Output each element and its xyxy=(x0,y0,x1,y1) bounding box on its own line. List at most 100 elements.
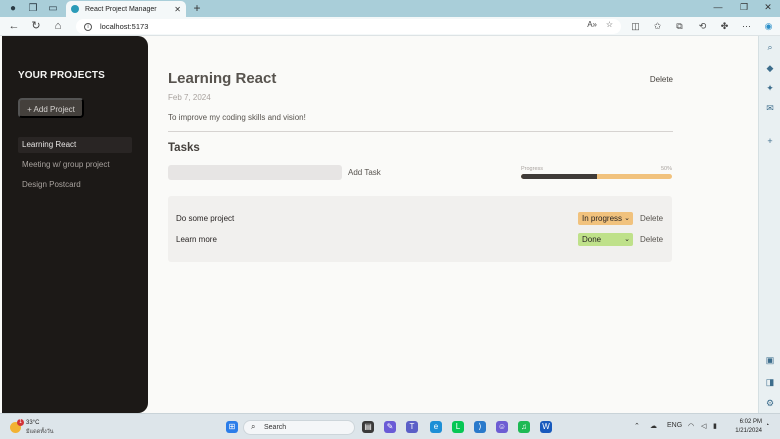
project-description: To improve my coding skills and vision! xyxy=(168,113,306,122)
taskbar-search[interactable]: ⌕ Search xyxy=(243,420,355,435)
split-screen-icon[interactable]: ◫ xyxy=(629,20,642,33)
word-icon[interactable]: W xyxy=(540,421,552,433)
project-date: Feb 7, 2024 xyxy=(168,93,211,102)
progress-fill xyxy=(521,174,597,179)
delete-task-button[interactable]: Delete xyxy=(640,214,663,223)
weather-temp: 33°C xyxy=(26,420,40,426)
progress-bar: Progress 50% xyxy=(521,166,672,179)
delete-task-button[interactable]: Delete xyxy=(640,235,663,244)
teams-icon[interactable]: T xyxy=(406,421,418,433)
project-item[interactable]: Learning React xyxy=(18,137,132,153)
task-row: Do some project In progress ⌄ Delete xyxy=(168,211,672,227)
edge-icon[interactable]: e xyxy=(430,421,442,433)
clock-time: 6:02 PM xyxy=(739,419,762,425)
search-label: Search xyxy=(264,424,287,431)
projects-sidebar: YOUR PROJECTS + Add Project Learning Rea… xyxy=(2,36,148,413)
profile-icon[interactable]: ● xyxy=(6,2,20,15)
sidebar-layout-icon[interactable]: ◨ xyxy=(764,376,776,388)
edge-sidebar: ⌕ ◆ ✦ ✉ + ▣ ◨ ⚙ xyxy=(758,36,780,413)
screenshot-icon[interactable]: ▣ xyxy=(764,354,776,366)
tray-chevron-up-icon[interactable]: ⌃ xyxy=(634,422,640,430)
battery-icon[interactable]: ▮ xyxy=(713,422,717,430)
games-icon[interactable]: ✦ xyxy=(764,82,776,94)
chat-icon[interactable]: ✎ xyxy=(384,421,396,433)
home-icon[interactable]: ⌂ xyxy=(51,19,65,33)
site-info-icon[interactable]: i xyxy=(84,22,92,31)
task-status-select[interactable]: In progress ⌄ xyxy=(578,212,633,225)
task-name: Do some project xyxy=(176,214,235,223)
weather-desc: มีแดดทั้งวัน xyxy=(26,429,54,435)
browser-tab[interactable]: React Project Manager ✕ xyxy=(66,1,186,17)
sidebar-heading: YOUR PROJECTS xyxy=(18,70,105,81)
chevron-down-icon: ⌄ xyxy=(624,215,630,222)
tasks-heading: Tasks xyxy=(168,142,200,154)
vscode-icon[interactable]: ⟩ xyxy=(474,421,486,433)
address-toolbar: ← ↻ ⌂ i localhost:5173 A» ☆ ◫ ✩ ⧉ ⟲ ✤ ⋯ … xyxy=(0,17,780,36)
copilot-icon[interactable]: ◉ xyxy=(762,20,775,33)
favorites-icon[interactable]: ✩ xyxy=(651,20,664,33)
project-title: Learning React xyxy=(168,70,277,87)
close-window-icon[interactable]: ✕ xyxy=(761,2,775,13)
search-icon[interactable]: ⌕ xyxy=(764,41,776,53)
tab-title: React Project Manager xyxy=(85,5,157,13)
line-icon[interactable]: L xyxy=(452,421,464,433)
spotify-icon[interactable]: ♫ xyxy=(518,421,530,433)
task-status-value: Done xyxy=(582,235,602,244)
new-tab-button[interactable]: + xyxy=(190,1,204,15)
notifications-bell-icon[interactable]: ◔ xyxy=(765,422,769,429)
app-page: YOUR PROJECTS + Add Project Learning Rea… xyxy=(0,36,758,413)
add-project-button[interactable]: + Add Project xyxy=(18,98,84,118)
url-text: localhost:5173 xyxy=(100,22,149,31)
notification-badge: 1 xyxy=(17,419,24,426)
task-name: Learn more xyxy=(176,235,217,244)
back-icon[interactable]: ← xyxy=(7,19,21,33)
workspaces-icon[interactable]: ❐ xyxy=(26,2,40,15)
progress-track xyxy=(521,174,672,179)
task-status-value: In progress xyxy=(582,214,623,223)
delete-project-button[interactable]: Delete xyxy=(650,75,673,84)
tab-favicon-icon xyxy=(71,5,79,13)
project-item[interactable]: Design Postcard xyxy=(18,177,132,193)
downloads-icon[interactable]: ✤ xyxy=(718,20,731,33)
divider xyxy=(168,131,673,132)
address-bar[interactable]: i localhost:5173 A» ☆ xyxy=(76,19,621,34)
browser-tab-bar: ● ❐ ▭ React Project Manager ✕ + — ❐ ✕ xyxy=(0,0,780,17)
progress-percent: 50% xyxy=(660,166,672,172)
weather-widget[interactable]: 1 33°C มีแดดทั้งวัน xyxy=(8,419,68,437)
outlook-icon[interactable]: ✉ xyxy=(764,102,776,114)
refresh-icon[interactable]: ↻ xyxy=(29,19,43,33)
collections-icon[interactable]: ⧉ xyxy=(673,20,686,33)
tab-actions-icon[interactable]: ▭ xyxy=(46,2,60,15)
start-windows-icon[interactable]: ⊞ xyxy=(226,421,238,433)
windows-taskbar: 1 33°C มีแดดทั้งวัน ⊞ ⌕ Search ▤ ✎ T e L… xyxy=(0,413,780,439)
add-task-button[interactable]: Add Task xyxy=(348,168,381,177)
project-detail: Learning React Delete Feb 7, 2024 To imp… xyxy=(168,36,673,413)
maximize-icon[interactable]: ❐ xyxy=(737,2,751,13)
project-list: Learning React Meeting w/ group project … xyxy=(18,137,132,197)
chevron-down-icon: ⌄ xyxy=(624,236,630,243)
search-icon: ⌕ xyxy=(251,422,256,431)
volume-icon[interactable]: ◁ xyxy=(701,422,706,430)
add-sidebar-app-icon[interactable]: + xyxy=(764,135,776,147)
task-view-icon[interactable]: ▤ xyxy=(362,421,374,433)
project-item[interactable]: Meeting w/ group project xyxy=(18,157,132,173)
shopping-icon[interactable]: ◆ xyxy=(764,62,776,74)
minimize-icon[interactable]: — xyxy=(711,2,725,12)
task-list: Do some project In progress ⌄ Delete Lea… xyxy=(168,196,672,262)
progress-label: Progress xyxy=(521,166,544,172)
task-row: Learn more Done ⌄ Delete xyxy=(168,232,672,248)
close-tab-icon[interactable]: ✕ xyxy=(174,5,181,14)
settings-gear-icon[interactable]: ⚙ xyxy=(764,397,776,409)
clock-date: 1/21/2024 xyxy=(735,428,762,434)
history-icon[interactable]: ⟲ xyxy=(696,20,709,33)
onedrive-icon[interactable]: ☁ xyxy=(650,422,657,430)
taskbar-clock[interactable]: 6:02 PM 1/21/2024 xyxy=(728,418,762,436)
more-menu-icon[interactable]: ⋯ xyxy=(740,20,753,33)
new-task-input[interactable] xyxy=(168,165,342,180)
favorite-star-icon[interactable]: ☆ xyxy=(606,20,613,29)
wifi-icon[interactable]: ◠ xyxy=(688,422,694,430)
discord-icon[interactable]: ☺ xyxy=(496,421,508,433)
read-aloud-icon[interactable]: A» xyxy=(587,20,597,29)
language-indicator[interactable]: ENG xyxy=(667,422,682,429)
task-status-select[interactable]: Done ⌄ xyxy=(578,233,633,246)
